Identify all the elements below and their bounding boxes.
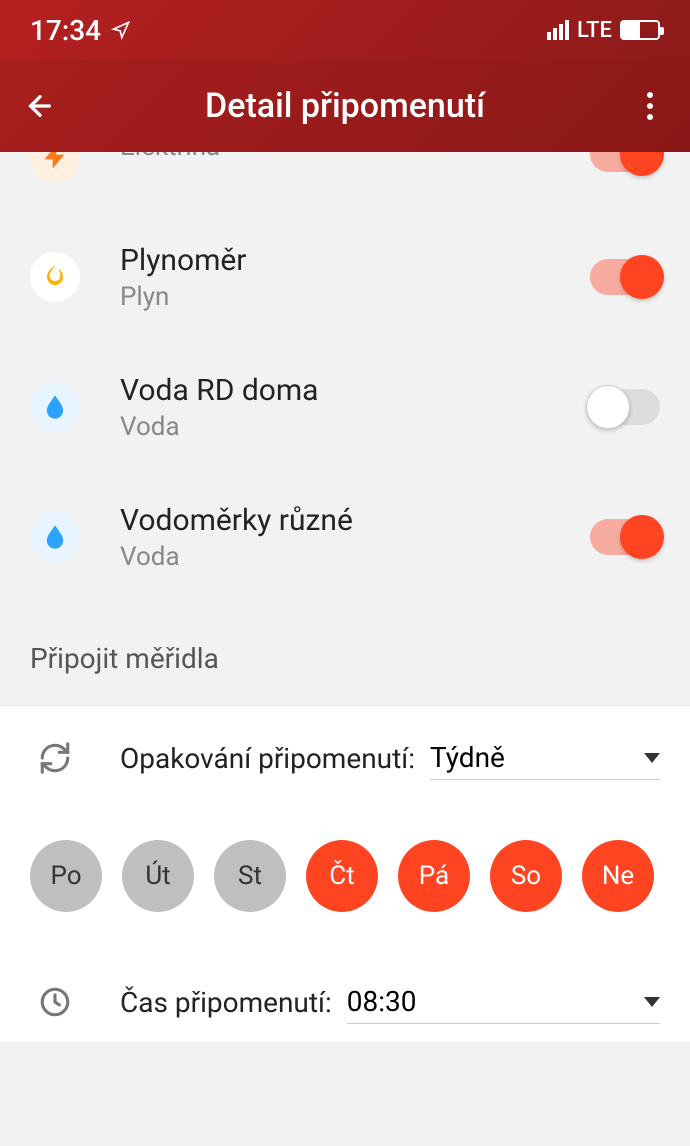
app-bar: Detail připomenutí [0, 60, 690, 152]
day-chip-st[interactable]: St [214, 840, 286, 912]
overflow-menu-button[interactable] [620, 76, 680, 136]
meter-text: Elektroměr Garáž Elektřina [120, 152, 590, 162]
time-value: 08:30 [347, 985, 417, 1018]
repeat-icon [30, 741, 80, 775]
location-icon [111, 20, 131, 40]
day-chip-pa[interactable]: Pá [398, 840, 470, 912]
time-dropdown[interactable]: 08:30 [347, 980, 660, 1024]
attach-meters-label: Připojit měřidla [0, 602, 690, 705]
meter-sub: Voda [120, 542, 590, 572]
meter-row-water-various[interactable]: Vodoměrky různé Voda [0, 472, 690, 602]
battery-icon [620, 20, 660, 40]
electric-icon [30, 152, 80, 182]
time-row: Čas připomenutí: 08:30 [0, 942, 690, 1042]
day-chip-so[interactable]: So [490, 840, 562, 912]
status-bar: 17:34 LTE [0, 0, 690, 60]
water-icon [30, 382, 80, 432]
meter-title: Vodoměrky různé [120, 503, 590, 538]
settings-card: Opakování připomenutí: Týdně Po Út St Čt… [0, 705, 690, 1042]
repeat-label: Opakování připomenutí: [120, 742, 415, 775]
meter-toggle-gas[interactable] [590, 259, 660, 295]
chevron-down-icon [644, 753, 660, 763]
meter-title: Plynoměr [120, 243, 590, 278]
meter-toggle-water-home[interactable] [590, 389, 660, 425]
time-label: Čas připomenutí: [120, 986, 332, 1019]
repeat-dropdown[interactable]: Týdně [430, 736, 660, 780]
day-chip-po[interactable]: Po [30, 840, 102, 912]
day-chip-ct[interactable]: Čt [306, 840, 378, 912]
meter-row-water-home[interactable]: Voda RD doma Voda [0, 342, 690, 472]
meter-toggle-electric[interactable] [590, 152, 660, 172]
repeat-value: Týdně [430, 741, 505, 774]
meter-sub: Plyn [120, 282, 590, 312]
status-left: 17:34 [30, 14, 131, 47]
water-icon [30, 512, 80, 562]
back-button[interactable] [10, 76, 70, 136]
meter-sub: Voda [120, 412, 590, 442]
flame-icon [30, 252, 80, 302]
day-chip-ut[interactable]: Út [122, 840, 194, 912]
meter-text: Voda RD doma Voda [120, 373, 590, 442]
clock-icon [30, 985, 80, 1019]
page-title: Detail připomenutí [70, 86, 620, 126]
meter-row-gas[interactable]: Plynoměr Plyn [0, 212, 690, 342]
meter-row-electric[interactable]: Elektroměr Garáž Elektřina [0, 152, 690, 212]
days-row: Po Út St Čt Pá So Ne [0, 810, 690, 942]
network-label: LTE [577, 18, 612, 43]
day-chip-ne[interactable]: Ne [582, 840, 654, 912]
repeat-row: Opakování připomenutí: Týdně [0, 706, 690, 810]
meter-text: Plynoměr Plyn [120, 243, 590, 312]
content: Elektroměr Garáž Elektřina Plynoměr Plyn… [0, 152, 690, 1146]
signal-icon [547, 20, 569, 40]
chevron-down-icon [644, 997, 660, 1007]
meter-title: Voda RD doma [120, 373, 590, 408]
meter-text: Vodoměrky různé Voda [120, 503, 590, 572]
meter-sub: Elektřina [120, 152, 590, 162]
meter-toggle-water-various[interactable] [590, 519, 660, 555]
status-right: LTE [547, 18, 660, 43]
status-time: 17:34 [30, 14, 101, 47]
